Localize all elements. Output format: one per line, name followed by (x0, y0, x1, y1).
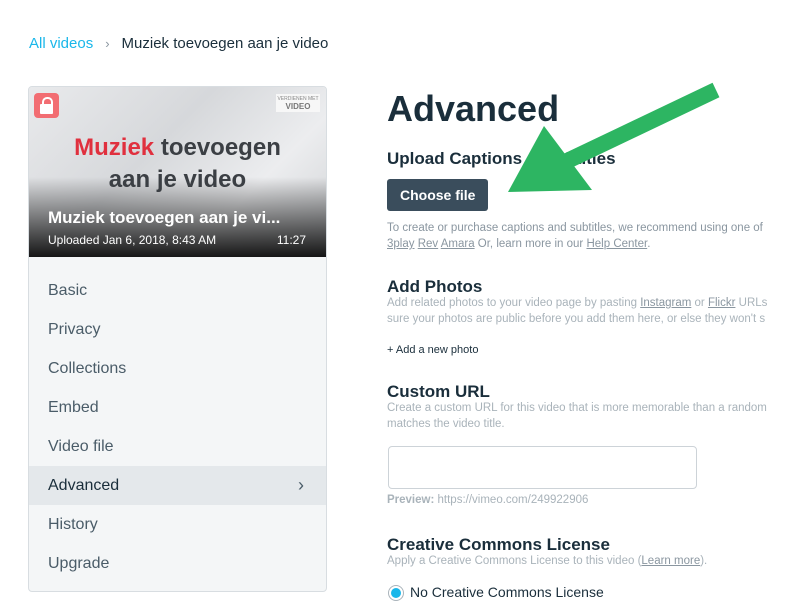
annotation-arrow-icon (508, 82, 720, 192)
video-title: Muziek toevoegen aan je vi... (48, 208, 281, 227)
upload-date: Uploaded Jan 6, 2018, 8:43 AM (48, 233, 217, 247)
thumbnail-art: Muziek toevoegen aan je video (74, 134, 281, 193)
lock-icon (34, 93, 59, 118)
brand-logo: VERDIENEN MET VIDEO (276, 94, 320, 112)
video-duration: 11:27 (276, 233, 306, 247)
